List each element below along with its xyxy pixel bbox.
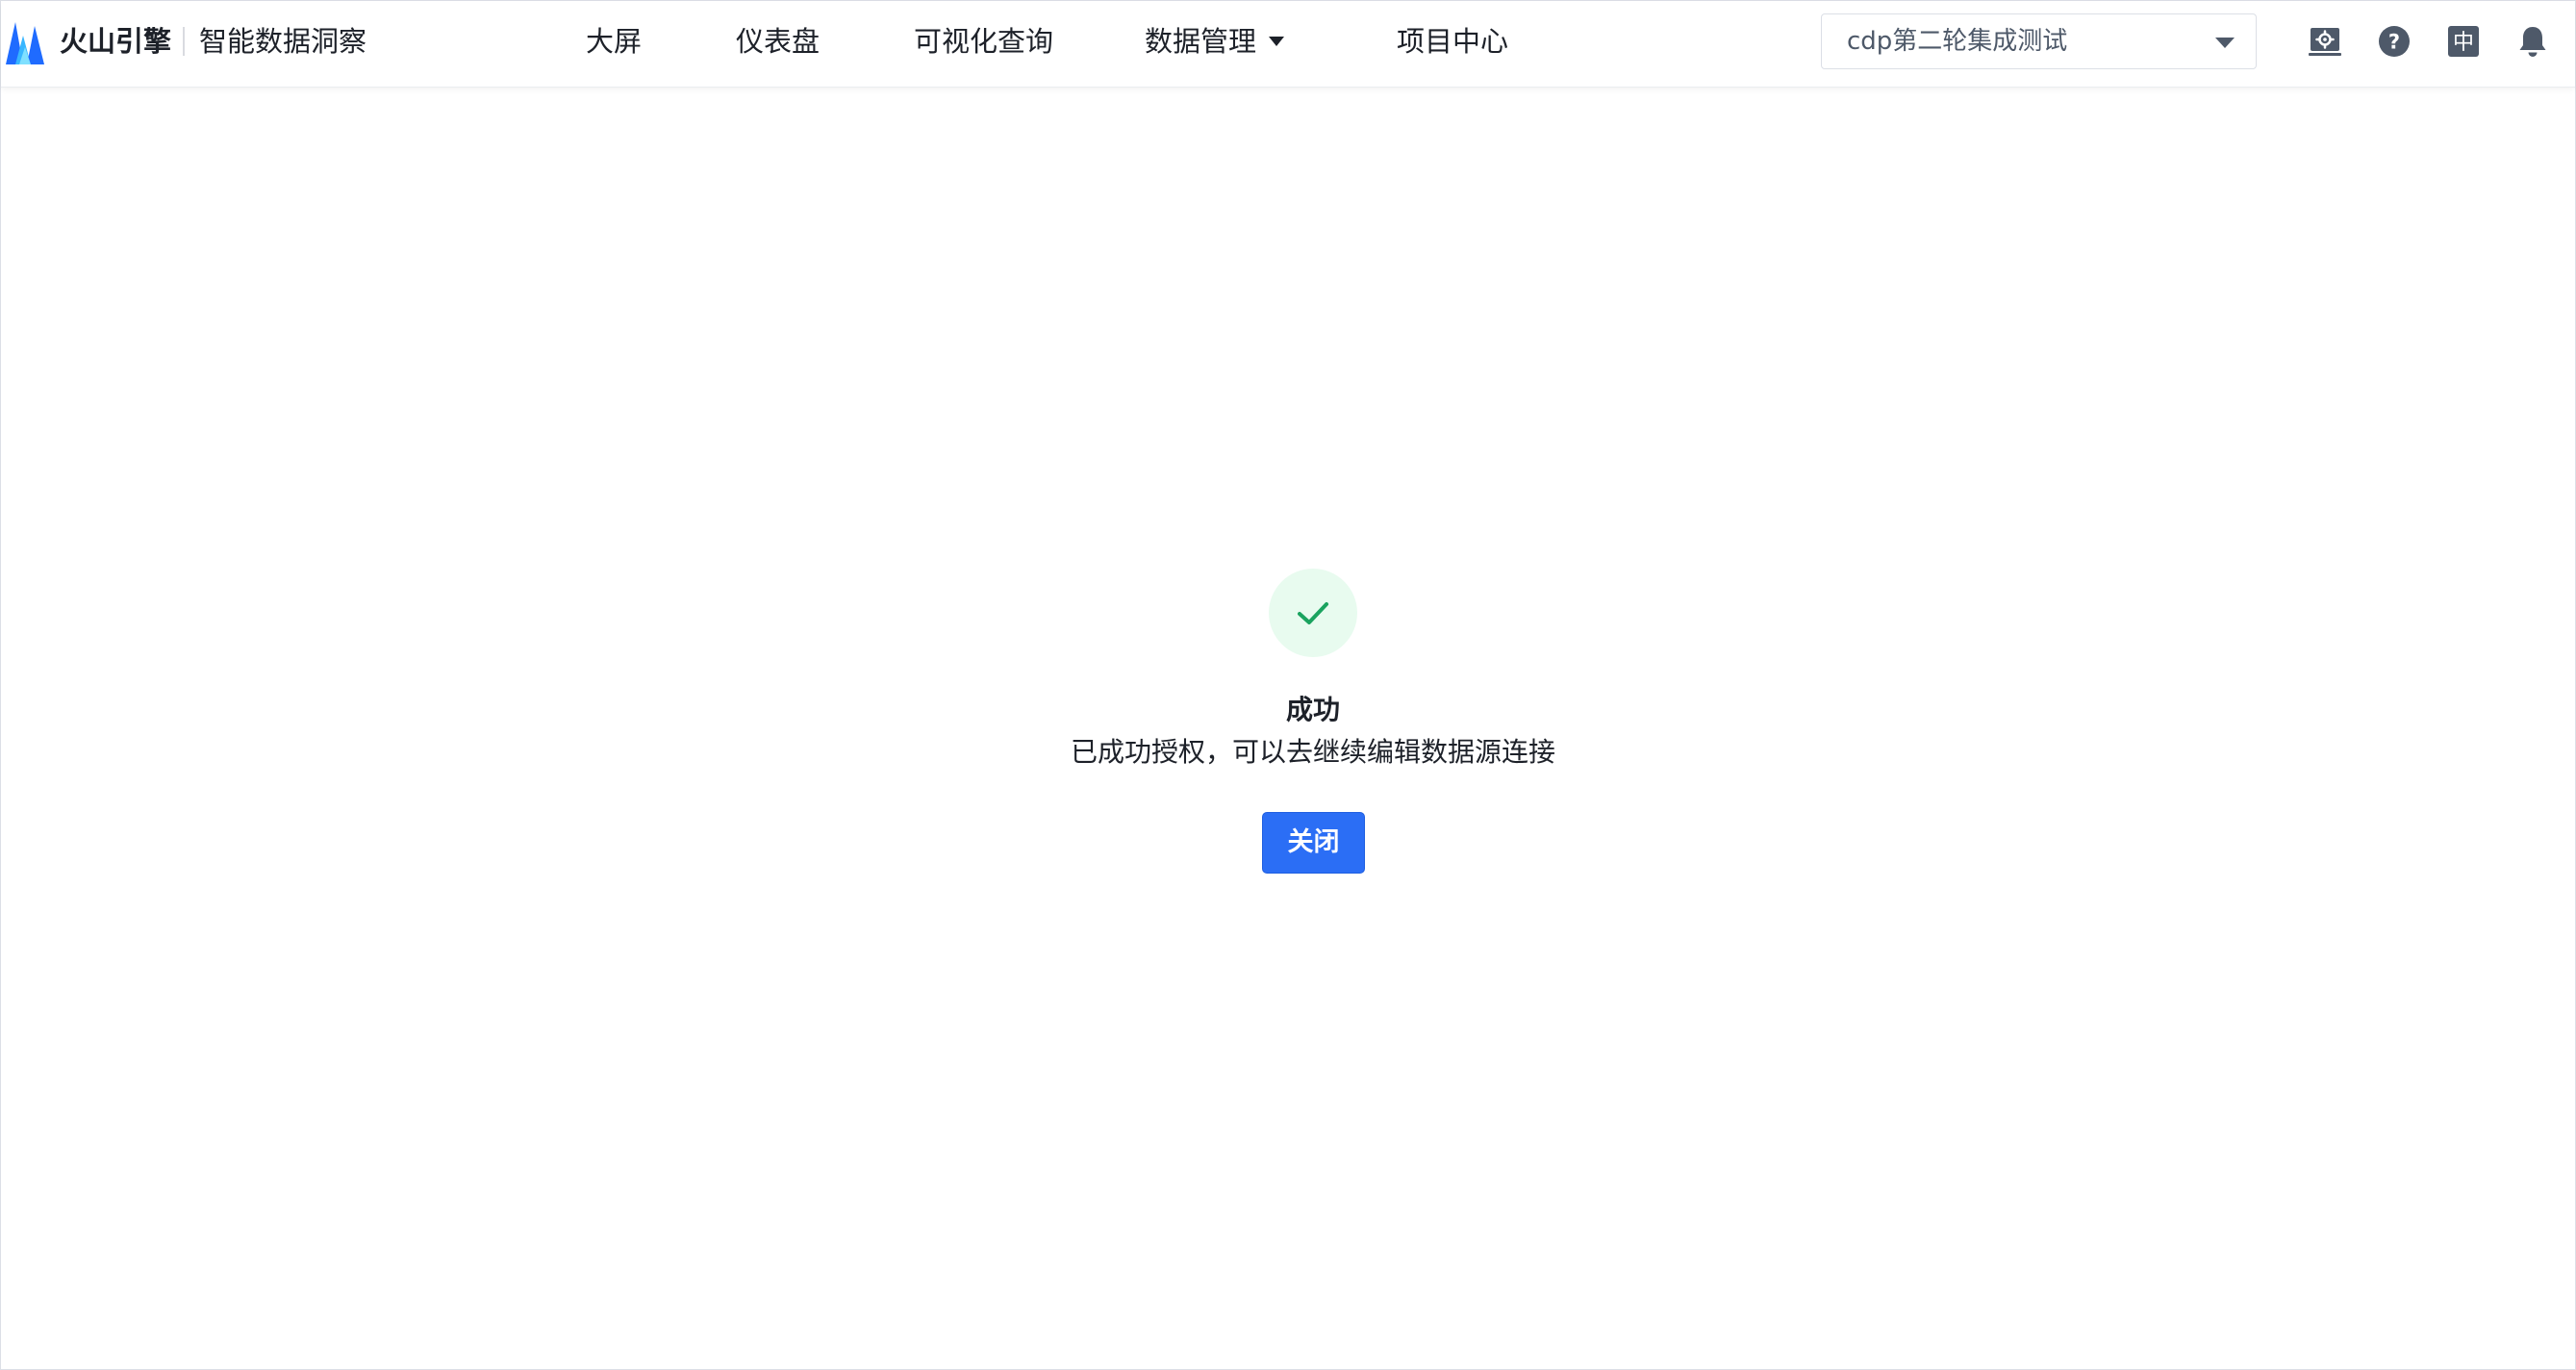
svg-text:?: ?: [2388, 31, 2400, 54]
project-select-value: cdp第二轮集成测试: [1847, 27, 2068, 56]
language-zh-icon[interactable]: 中: [2446, 24, 2481, 59]
checkmark-icon: [1298, 602, 1328, 624]
notification-bell-icon[interactable]: [2515, 24, 2550, 59]
data-management-caret-icon[interactable]: [1269, 37, 1284, 46]
app-window: 火山引擎 智能数据洞察 大屏 仪表盘 可视化查询 数据管理 项目中心 cdp第二…: [0, 0, 2576, 1370]
language-glyph: 中: [2453, 31, 2474, 55]
nav-item-visual-query[interactable]: 可视化查询: [914, 22, 1053, 61]
nav-item-data-management[interactable]: 数据管理: [1145, 22, 1256, 61]
brand-divider: [183, 27, 185, 56]
chevron-down-icon: [2215, 38, 2235, 48]
volcengine-logo-icon[interactable]: [6, 16, 44, 64]
top-navigation-bar: 火山引擎 智能数据洞察 大屏 仪表盘 可视化查询 数据管理 项目中心 cdp第二…: [1, 1, 2575, 88]
close-button[interactable]: 关闭: [1262, 812, 1365, 874]
help-icon[interactable]: ?: [2377, 24, 2412, 59]
product-name[interactable]: 智能数据洞察: [199, 22, 366, 61]
nav-item-project-center[interactable]: 项目中心: [1397, 22, 1508, 61]
nav-item-dashboard[interactable]: 仪表盘: [736, 22, 820, 61]
result-subtitle: 已成功授权，可以去继续编辑数据源连接: [1070, 736, 1555, 768]
admin-settings-icon[interactable]: [2308, 24, 2342, 59]
success-status-icon: [1269, 569, 1357, 657]
project-select[interactable]: cdp第二轮集成测试: [1821, 13, 2257, 69]
nav-item-big-screen[interactable]: 大屏: [586, 22, 642, 61]
result-title: 成功: [1285, 694, 1340, 725]
brand-name[interactable]: 火山引擎: [60, 22, 171, 61]
